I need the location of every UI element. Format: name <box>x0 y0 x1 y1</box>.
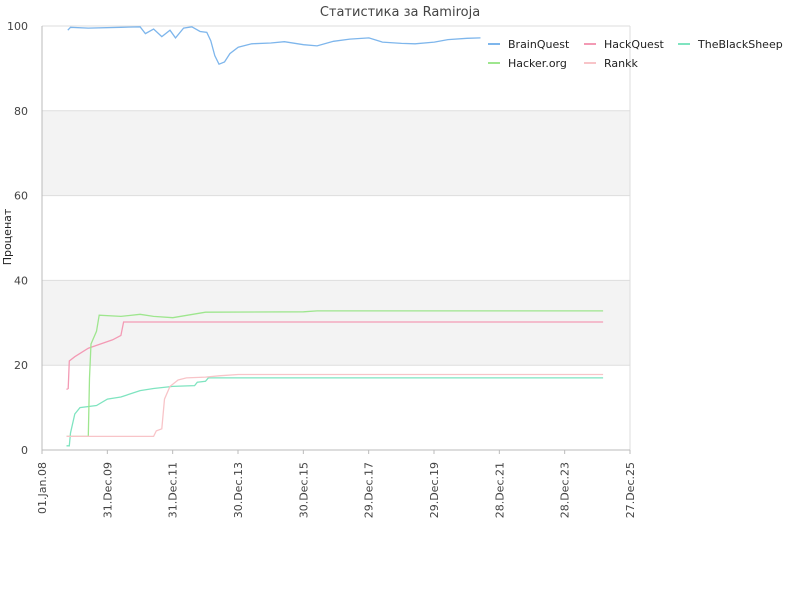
legend-label: BrainQuest <box>508 38 570 51</box>
x-tick-label: 30.Dec.15 <box>297 462 310 518</box>
x-tick-label: 27.Dec.25 <box>624 462 637 518</box>
legend-item-theblacksheep[interactable]: TheBlackSheep <box>678 38 783 51</box>
y-tick-label: 20 <box>14 359 28 372</box>
plot-band <box>42 195 630 281</box>
x-tick-label: 29.Dec.19 <box>428 462 441 518</box>
x-tick-label: 30.Dec.13 <box>232 462 245 518</box>
chart-title: Статистика за Ramiroja <box>320 5 480 20</box>
x-tick-label: 31.Dec.09 <box>101 462 114 518</box>
y-tick-label: 0 <box>21 444 28 457</box>
line-chart: 0 20 40 60 80 100 01.Jan.08 31.Dec.09 31.Dec.11 3… <box>1 5 783 518</box>
legend-label: Rankk <box>604 57 638 70</box>
plot-band <box>42 280 630 366</box>
legend-label: Hacker.org <box>508 57 567 70</box>
x-tick-label: 28.Dec.21 <box>493 462 506 518</box>
plot-band <box>42 110 630 196</box>
y-axis-label: Проценат <box>1 208 14 265</box>
legend-label: HackQuest <box>604 38 665 51</box>
plot-bands <box>42 26 630 450</box>
y-tick-label: 60 <box>14 190 28 203</box>
x-tick-label: 28.Dec.23 <box>559 462 572 518</box>
x-tick-label: 29.Dec.17 <box>363 462 376 518</box>
y-tick-label: 100 <box>7 20 28 33</box>
legend-label: TheBlackSheep <box>697 38 783 51</box>
x-tick-label: 01.Jan.08 <box>36 462 49 514</box>
x-tick-label: 31.Dec.11 <box>167 462 180 518</box>
y-tick-label: 80 <box>14 105 28 118</box>
y-tick-label: 40 <box>14 274 28 287</box>
chart-container: 0 20 40 60 80 100 01.Jan.08 31.Dec.09 31.Dec.11 3… <box>0 0 800 600</box>
